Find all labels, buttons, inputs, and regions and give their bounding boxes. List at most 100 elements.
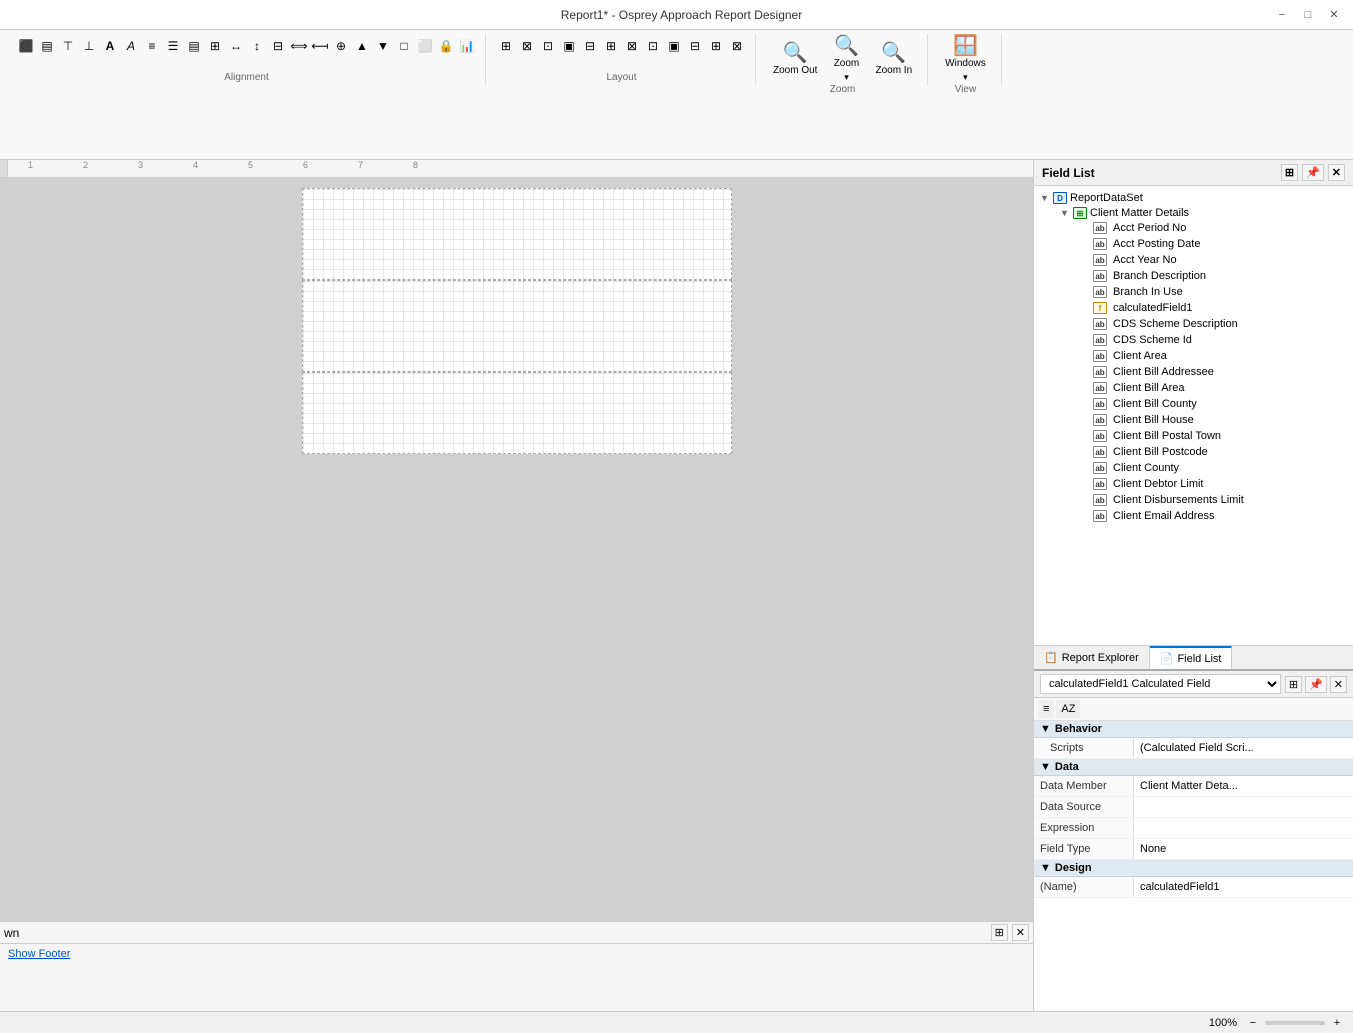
detail-grid[interactable] [303, 281, 731, 371]
send-back-icon[interactable]: ▼ [373, 36, 393, 56]
bring-forward-icon[interactable]: ▲ [352, 36, 372, 56]
pg-alphabetical-button[interactable]: AZ [1056, 700, 1080, 718]
lock-icon[interactable]: 🔒 [436, 36, 456, 56]
field-name: calculatedField1 [1113, 302, 1193, 314]
tab-field-list[interactable]: 📄 Field List [1150, 646, 1233, 669]
layout-btn4[interactable]: ▣ [559, 36, 579, 56]
group-expand-icon[interactable]: ▼ [1060, 208, 1070, 218]
layout-btn11[interactable]: ⊞ [706, 36, 726, 56]
layout-btn6[interactable]: ⊞ [601, 36, 621, 56]
alignment-buttons: ⬛ ▤ ⊤ ⊥ A A ≡ ☰ ▤ ⊞ ↔ ↕ ⊟ ⟺ ⟻ ⊕ ▲ ▼ □ ⬜ [16, 36, 477, 56]
bottom-panel-float-button[interactable]: ⊞ [991, 924, 1008, 941]
field-row[interactable]: ab Client Debtor Limit [1078, 477, 1349, 491]
layout-btn7[interactable]: ⊠ [622, 36, 642, 56]
pg-property-value[interactable]: calculatedField1 [1134, 879, 1353, 895]
pg-pin-button[interactable]: 📌 [1305, 676, 1327, 693]
same-size-icon[interactable]: ⊟ [268, 36, 288, 56]
layout-btn3[interactable]: ⊡ [538, 36, 558, 56]
zoom-button[interactable]: 🔍 Zoom [826, 36, 866, 82]
layout-btn2[interactable]: ⊠ [517, 36, 537, 56]
field-row[interactable]: ab Client Bill Postal Town [1078, 429, 1349, 443]
size-v-icon[interactable]: ↕ [247, 36, 267, 56]
show-footer-link[interactable]: Show Footer [8, 948, 70, 960]
layout-btn5[interactable]: ⊟ [580, 36, 600, 56]
layout-btn9[interactable]: ▣ [664, 36, 684, 56]
field-row[interactable]: ab Acct Period No [1078, 221, 1349, 235]
layout-btn12[interactable]: ⊠ [727, 36, 747, 56]
zoom-out-button[interactable]: 🔍 Zoom Out [766, 36, 824, 82]
align-text-right-icon[interactable]: ▤ [184, 36, 204, 56]
size-h-icon[interactable]: ↔ [226, 36, 246, 56]
pg-section-header[interactable]: ▼ Design [1034, 860, 1353, 877]
field-list-close-button[interactable]: ✕ [1328, 164, 1345, 181]
pg-property-value[interactable]: (Calculated Field Scri... [1134, 740, 1353, 756]
zoom-in-button[interactable]: 🔍 Zoom In [868, 36, 919, 82]
page-header-grid[interactable] [303, 189, 731, 279]
field-row[interactable]: ab Client Email Address [1078, 509, 1349, 523]
align-top-icon[interactable]: ⊤ [58, 36, 78, 56]
field-row[interactable]: ab Client Bill Addressee [1078, 365, 1349, 379]
pg-property-value[interactable]: Client Matter Deta... [1134, 778, 1353, 794]
group-icon[interactable]: □ [394, 36, 414, 56]
group-row[interactable]: ▼ ⊞ Client Matter Details [1058, 206, 1349, 220]
design-surface[interactable] [0, 178, 1033, 921]
windows-button[interactable]: 🪟 Windows [938, 36, 993, 82]
minimize-button[interactable]: − [1273, 6, 1291, 24]
dataset-row[interactable]: ▼ D ReportDataSet [1038, 191, 1349, 205]
field-row[interactable]: ab Client County [1078, 461, 1349, 475]
italic-icon[interactable]: A [121, 36, 141, 56]
field-row[interactable]: ab Acct Year No [1078, 253, 1349, 267]
pg-property-value[interactable] [1134, 826, 1353, 830]
field-row[interactable]: ab Client Bill Area [1078, 381, 1349, 395]
pg-float-button[interactable]: ⊞ [1285, 676, 1302, 693]
pg-property-value[interactable] [1134, 805, 1353, 809]
bottom-panel-close-button[interactable]: ✕ [1012, 924, 1029, 941]
pg-section-header[interactable]: ▼ Behavior [1034, 721, 1353, 738]
pg-categorized-button[interactable]: ≡ [1038, 700, 1054, 718]
field-row[interactable]: ab Branch In Use [1078, 285, 1349, 299]
property-grid-selector[interactable]: calculatedField1 Calculated Field [1040, 674, 1281, 694]
ungroup-icon[interactable]: ⬜ [415, 36, 435, 56]
space-v-icon[interactable]: ⟻ [310, 36, 330, 56]
field-row[interactable]: ab Client Bill Postcode [1078, 445, 1349, 459]
zoom-in-status-button[interactable]: + [1329, 1015, 1345, 1031]
align-text-left-icon[interactable]: ≡ [142, 36, 162, 56]
layout-btn10[interactable]: ⊟ [685, 36, 705, 56]
bold-icon[interactable]: A [100, 36, 120, 56]
field-row[interactable]: ab Client Area [1078, 349, 1349, 363]
zoom-out-status-button[interactable]: − [1245, 1015, 1261, 1031]
field-name: Client Bill Postal Town [1113, 430, 1221, 442]
close-button[interactable]: ✕ [1325, 6, 1343, 24]
align-bottom-icon[interactable]: ⊥ [79, 36, 99, 56]
field-row[interactable]: ab Branch Description [1078, 269, 1349, 283]
pg-close-button[interactable]: ✕ [1330, 676, 1347, 693]
field-list-pin-button[interactable]: 📌 [1302, 164, 1324, 181]
dataset-expand-icon[interactable]: ▼ [1040, 193, 1050, 203]
field-row[interactable]: ab CDS Scheme Description [1078, 317, 1349, 331]
center-page-icon[interactable]: ⊕ [331, 36, 351, 56]
field-row[interactable]: ab Client Bill County [1078, 397, 1349, 411]
page-footer-grid[interactable] [303, 373, 731, 453]
pg-section-header[interactable]: ▼ Data [1034, 759, 1353, 776]
space-h-icon[interactable]: ⟺ [289, 36, 309, 56]
maximize-button[interactable]: □ [1299, 6, 1317, 24]
align-center-icon[interactable]: ▤ [37, 36, 57, 56]
field-type-icon: ab [1093, 382, 1107, 394]
tab-report-explorer[interactable]: 📋 Report Explorer [1034, 646, 1150, 669]
align-left-icon[interactable]: ⬛ [16, 36, 36, 56]
field-row[interactable]: ab Acct Posting Date [1078, 237, 1349, 251]
field-row[interactable]: ab Client Disbursements Limit [1078, 493, 1349, 507]
field-row[interactable]: ab CDS Scheme Id [1078, 333, 1349, 347]
pg-property-value[interactable]: None [1134, 841, 1353, 857]
field-item: ab Client Bill Addressee [1078, 364, 1349, 380]
zoom-slider[interactable] [1265, 1021, 1325, 1025]
field-row[interactable]: ab Client Bill House [1078, 413, 1349, 427]
layout-btn8[interactable]: ⊡ [643, 36, 663, 56]
layout-btn1[interactable]: ⊞ [496, 36, 516, 56]
align-text-center-icon[interactable]: ☰ [163, 36, 183, 56]
field-name: Acct Posting Date [1113, 238, 1200, 250]
field-list-float-button[interactable]: ⊞ [1281, 164, 1298, 181]
field-row[interactable]: f calculatedField1 [1078, 301, 1349, 315]
chart-icon[interactable]: 📊 [457, 36, 477, 56]
align-distribute-icon[interactable]: ⊞ [205, 36, 225, 56]
